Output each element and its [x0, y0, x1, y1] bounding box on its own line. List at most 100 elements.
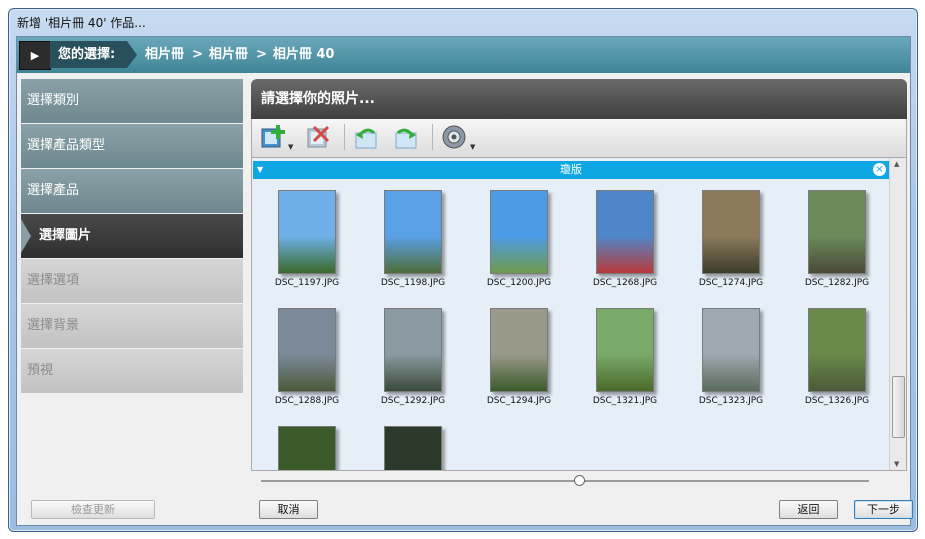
vertical-scrollbar[interactable]: ▲ ▼ [889, 158, 906, 470]
slider-track [261, 480, 869, 482]
photo-image [702, 308, 760, 392]
breadcrumb-separator: > [255, 47, 267, 62]
app-window: 新增 '相片冊 40' 作品... ▶ 您的選擇: 相片冊 > 相片冊 > 相片冊 40… [8, 8, 918, 532]
panel-title: 請選擇你的照片... [251, 79, 907, 119]
photo-image [384, 308, 442, 392]
photo-thumbnail[interactable]: DSC_1294.JPG [464, 308, 574, 406]
next-button[interactable]: 下一步 [854, 500, 913, 519]
photo-image [808, 190, 866, 274]
photo-filename: DSC_1268.JPG [592, 278, 658, 288]
breadcrumb-item[interactable]: 相片冊 40 [273, 47, 335, 62]
step-select-background: 選擇背景 [21, 304, 243, 348]
photo-thumbnail[interactable]: DSC_1274.JPG [676, 190, 786, 288]
step-label: 選擇類別 [27, 93, 80, 108]
photo-filename: DSC_1323.JPG [698, 396, 764, 406]
zoom-slider[interactable] [251, 471, 907, 493]
add-dropdown-arrow[interactable]: ▼ [288, 143, 293, 151]
photo-filename: DSC_1198.JPG [380, 278, 446, 288]
photo-image [278, 190, 336, 274]
step-label: 選擇背景 [27, 318, 80, 333]
step-select-product-type[interactable]: 選擇產品類型 [21, 124, 243, 168]
breadcrumb-item[interactable]: 相片冊 [209, 47, 248, 62]
photo-filename: DSC_1288.JPG [274, 396, 340, 406]
photo-image [808, 308, 866, 392]
step-label: 選擇選項 [27, 273, 80, 288]
photo-gallery: ▼ 瓊版 × DSC_1197.JPG DSC_1198.JPG DSC_1200.… [251, 157, 907, 471]
step-select-pictures[interactable]: 選擇圖片 [21, 214, 243, 258]
photo-image [702, 190, 760, 274]
photo-image [384, 190, 442, 274]
photo-thumbnail[interactable]: DSC_1197.JPG [252, 190, 362, 288]
photo-thumbnail[interactable]: DSC_1292.JPG [358, 308, 468, 406]
photo-toolbar: ▼ ▼ [251, 119, 907, 157]
photo-filename: DSC_1200.JPG [486, 278, 552, 288]
photo-image [384, 426, 442, 470]
wizard-client-area: ▶ 您的選擇: 相片冊 > 相片冊 > 相片冊 40 選擇類別 選擇產品類型 選擇產品 … [16, 36, 913, 526]
breadcrumb: ▶ 您的選擇: 相片冊 > 相片冊 > 相片冊 40 [17, 37, 910, 73]
remove-photos-icon [307, 125, 330, 148]
title-bar[interactable]: 新增 '相片冊 40' 作品... [9, 9, 917, 35]
photo-filename: DSC_1282.JPG [804, 278, 870, 288]
back-button[interactable]: 返回 [779, 500, 838, 519]
photo-filename: DSC_1321.JPG [592, 396, 658, 406]
photo-image [278, 308, 336, 392]
step-select-product[interactable]: 選擇產品 [21, 169, 243, 213]
rotate-left-button[interactable] [352, 123, 382, 151]
photo-thumbnail[interactable] [358, 426, 468, 470]
breadcrumb-item[interactable]: 相片冊 [145, 47, 184, 62]
breadcrumb-selection-label: 您的選擇: [50, 41, 138, 68]
photo-filename: DSC_1274.JPG [698, 278, 764, 288]
photo-image [490, 190, 548, 274]
group-close-icon[interactable]: × [873, 163, 886, 176]
photo-image [596, 308, 654, 392]
collapse-icon[interactable]: ▼ [257, 161, 263, 179]
photo-thumbnail[interactable]: DSC_1323.JPG [676, 308, 786, 406]
step-label: 選擇產品類型 [27, 138, 106, 153]
settings-dropdown-arrow[interactable]: ▼ [470, 143, 475, 151]
step-label: 選擇圖片 [39, 228, 92, 243]
wizard-steps-sidebar: 選擇類別 選擇產品類型 選擇產品 選擇圖片 選擇選項 選擇背景 預視 [21, 79, 243, 394]
photo-selection-panel: 請選擇你的照片... ▼ ▼ ▼ 瓊版 × DSC_1197.JPG DSC_1… [251, 79, 907, 486]
photo-image [278, 426, 336, 470]
photo-thumbnail[interactable]: DSC_1198.JPG [358, 190, 468, 288]
photo-filename: DSC_1294.JPG [486, 396, 552, 406]
rotate-left-icon [355, 128, 377, 149]
photo-thumbnail[interactable]: DSC_1288.JPG [252, 308, 362, 406]
photo-thumbnail[interactable]: DSC_1326.JPG [782, 308, 892, 406]
photo-group-name: 瓊版 [560, 163, 582, 176]
settings-button[interactable] [440, 123, 470, 151]
remove-photos-button[interactable] [304, 123, 334, 151]
toolbar-divider [432, 124, 433, 150]
scroll-down-icon[interactable]: ▼ [894, 460, 899, 468]
scroll-up-icon[interactable]: ▲ [894, 160, 899, 168]
photo-group-header[interactable]: ▼ 瓊版 × [253, 161, 889, 179]
photo-image [490, 308, 548, 392]
slider-knob[interactable] [574, 475, 585, 486]
photo-thumbnail[interactable]: DSC_1282.JPG [782, 190, 892, 288]
check-updates-button[interactable]: 檢查更新 [31, 500, 155, 519]
rotate-right-icon [395, 128, 417, 149]
add-photos-button[interactable] [260, 123, 290, 151]
photo-filename: DSC_1326.JPG [804, 396, 870, 406]
photo-thumbnail[interactable]: DSC_1268.JPG [570, 190, 680, 288]
step-select-category[interactable]: 選擇類別 [21, 79, 243, 123]
toolbar-divider [344, 124, 345, 150]
add-photos-icon [261, 125, 285, 148]
photo-thumbnail[interactable]: DSC_1200.JPG [464, 190, 574, 288]
breadcrumb-path: 相片冊 > 相片冊 > 相片冊 40 [145, 41, 340, 68]
scrollbar-thumb[interactable] [892, 376, 905, 438]
settings-gear-icon [442, 125, 466, 149]
rotate-right-button[interactable] [392, 123, 422, 151]
step-select-options: 選擇選項 [21, 259, 243, 303]
step-label: 預視 [27, 363, 54, 378]
step-preview: 預視 [21, 349, 243, 393]
photo-thumbnail[interactable] [252, 426, 362, 470]
breadcrumb-separator: > [192, 47, 203, 62]
photo-filename: DSC_1292.JPG [380, 396, 446, 406]
cancel-button[interactable]: 取消 [259, 500, 318, 519]
photo-thumbnail[interactable]: DSC_1321.JPG [570, 308, 680, 406]
window-title: 新增 '相片冊 40' 作品... [17, 16, 146, 30]
photo-filename: DSC_1197.JPG [274, 278, 340, 288]
step-label: 選擇產品 [27, 183, 80, 198]
breadcrumb-play-button[interactable]: ▶ [19, 41, 51, 70]
